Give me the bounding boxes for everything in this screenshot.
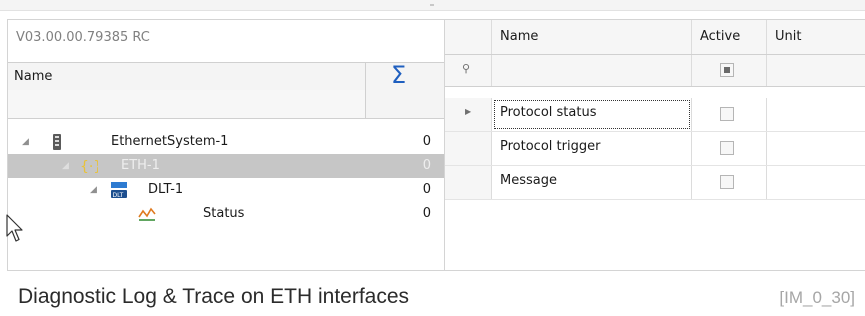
tree-row-eth[interactable]: ◢ {·} ETH-1 0 <box>8 154 445 178</box>
version-label: V03.00.00.79385 RC <box>16 30 150 45</box>
column-header-label: Unit <box>775 29 802 44</box>
active-checkbox[interactable] <box>720 107 734 121</box>
svg-text:DLT: DLT <box>113 192 124 199</box>
column-header-label: Name <box>500 29 539 44</box>
name-filter-input[interactable] <box>492 55 692 86</box>
grid-header-row: Name Active Unit <box>445 20 865 55</box>
tree-row-count: 0 <box>422 206 431 221</box>
eth-interface-icon: {·} <box>80 159 98 175</box>
tree-row-count: 0 <box>422 134 431 149</box>
active-checkbox[interactable] <box>720 175 734 189</box>
unit-cell[interactable] <box>767 132 865 165</box>
name-cell[interactable]: Protocol status <box>492 98 692 131</box>
figure-caption: Diagnostic Log & Trace on ETH interfaces <box>18 285 410 308</box>
column-divider[interactable] <box>365 63 366 90</box>
unit-filter-input[interactable] <box>767 55 865 86</box>
filter-row-header: ⚲ <box>445 55 492 86</box>
active-cell <box>692 98 767 131</box>
tree-header: Name Σ <box>8 60 445 91</box>
dlt-icon: DLT <box>111 182 127 199</box>
tree-row-ethernet-system[interactable]: ◢ EthernetSystem-1 0 <box>8 130 445 154</box>
expand-arrow-icon[interactable]: ◢ <box>90 178 97 202</box>
name-cell[interactable]: Protocol trigger <box>492 132 692 165</box>
signal-grid-panel: Name Active Unit ⚲ ▶ Protocol status Pro… <box>444 19 865 271</box>
column-divider <box>365 90 366 118</box>
sigma-icon[interactable]: Σ <box>391 60 406 90</box>
active-cell <box>692 132 767 165</box>
top-toolbar-strip <box>0 0 865 11</box>
name-cell[interactable]: Message <box>492 166 692 199</box>
grid-filter-row: ⚲ <box>445 55 865 87</box>
expand-arrow-icon[interactable]: ◢ <box>62 154 69 178</box>
ethernet-system-icon <box>53 134 61 150</box>
tree-filter-row <box>8 90 445 119</box>
tree-row-label: DLT-1 <box>148 182 184 197</box>
grid-row-protocol-trigger[interactable]: Protocol trigger <box>445 132 865 166</box>
tree-row-label: EthernetSystem-1 <box>111 134 229 149</box>
row-header[interactable]: ▶ <box>445 98 492 131</box>
signal-name: Protocol status <box>500 105 597 120</box>
tree-row-label: Status <box>203 206 245 221</box>
column-header-active[interactable]: Active <box>692 20 767 54</box>
tree-row-status[interactable]: Status 0 <box>8 202 445 226</box>
tree-row-label: ETH-1 <box>121 158 160 173</box>
status-icon <box>138 207 156 221</box>
active-checkbox[interactable] <box>720 141 734 155</box>
tree-row-count: 0 <box>422 158 431 173</box>
column-header-unit[interactable]: Unit <box>767 20 865 54</box>
row-header[interactable] <box>445 166 492 199</box>
figure-reference: [IM_0_30] <box>779 288 855 307</box>
active-filter-checkbox[interactable] <box>720 63 734 77</box>
column-header-name[interactable]: Name <box>492 20 692 54</box>
signal-name: Message <box>500 173 557 188</box>
toolbar-handle <box>430 4 434 6</box>
tree-filter-input[interactable] <box>8 90 365 118</box>
svg-text:{·}: {·} <box>80 159 98 175</box>
pin-icon[interactable]: ⚲ <box>462 62 470 75</box>
grid-row-message[interactable]: Message <box>445 166 865 200</box>
current-row-indicator-icon: ▶ <box>465 107 472 116</box>
tree-panel: V03.00.00.79385 RC Name Σ ◢ EthernetSyst… <box>7 19 445 271</box>
tree-row-dlt[interactable]: ◢ DLT DLT-1 0 <box>8 178 445 202</box>
row-header[interactable] <box>445 132 492 165</box>
unit-cell[interactable] <box>767 98 865 131</box>
column-header-label: Active <box>700 29 741 44</box>
grid-row-protocol-status[interactable]: ▶ Protocol status <box>445 98 865 132</box>
expand-arrow-icon[interactable]: ◢ <box>22 130 29 154</box>
unit-cell[interactable] <box>767 166 865 199</box>
row-header-corner <box>445 20 492 54</box>
active-filter-cell <box>692 55 767 86</box>
signal-name: Protocol trigger <box>500 139 601 154</box>
mouse-cursor-icon <box>6 214 23 242</box>
tree-row-count: 0 <box>422 182 431 197</box>
name-column-header[interactable]: Name <box>14 63 52 90</box>
active-cell <box>692 166 767 199</box>
